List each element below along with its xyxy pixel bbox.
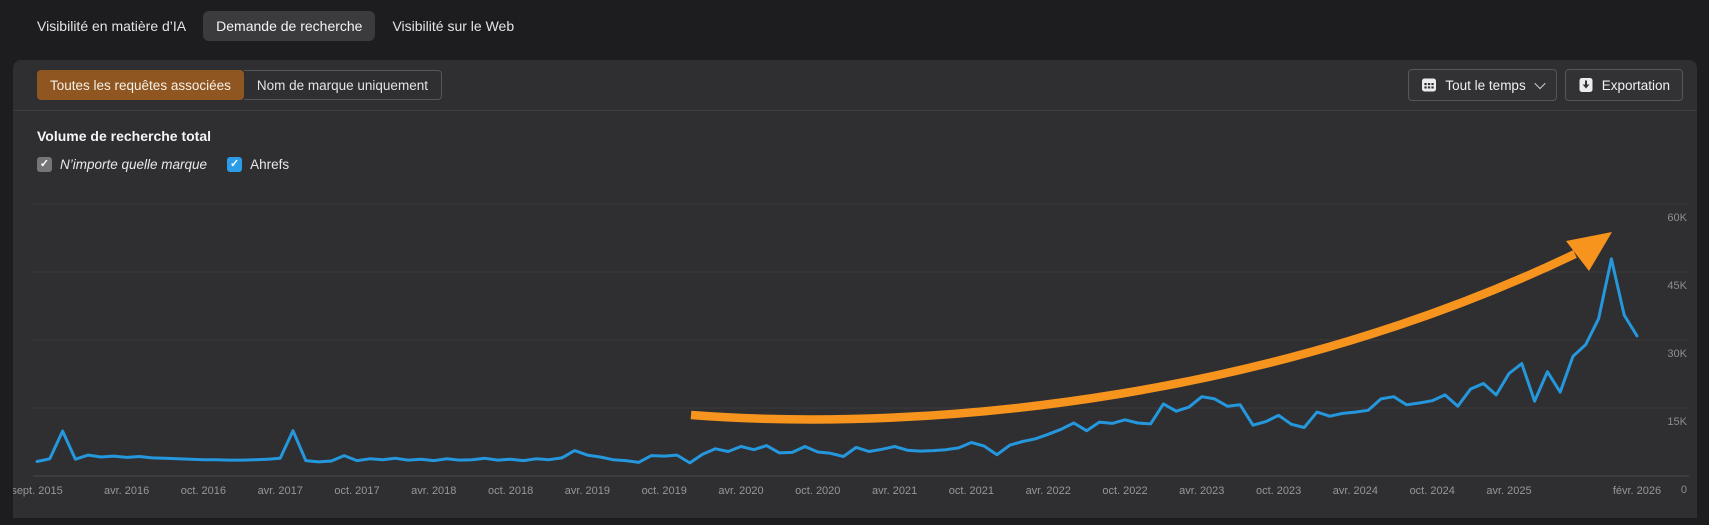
chart-title: Volume de recherche total (37, 128, 1673, 144)
svg-text:avr. 2020: avr. 2020 (718, 485, 763, 497)
svg-text:15K: 15K (1667, 416, 1687, 428)
search-volume-chart[interactable]: 60K 45K 30K 15K 0 sept. 2015 avr. 2016 oct. 201… (13, 182, 1697, 520)
checkbox-any-brand[interactable]: ✓ (37, 157, 52, 172)
svg-text:0: 0 (1681, 484, 1687, 496)
toolbar-right-group: Tout le temps Exportation (1408, 69, 1683, 101)
svg-text:avr. 2025: avr. 2025 (1486, 485, 1531, 497)
export-button[interactable]: Exportation (1565, 69, 1683, 101)
export-label: Exportation (1602, 78, 1670, 93)
legend-label-any-brand: N’importe quelle marque (60, 157, 207, 172)
svg-text:avr. 2024: avr. 2024 (1333, 485, 1378, 497)
checkmark-icon: ✓ (40, 159, 49, 170)
legend-item-ahrefs[interactable]: ✓ Ahrefs (227, 157, 289, 172)
chevron-down-icon (1534, 78, 1545, 89)
svg-text:avr. 2021: avr. 2021 (872, 485, 917, 497)
svg-text:avr. 2022: avr. 2022 (1026, 485, 1071, 497)
svg-text:oct. 2022: oct. 2022 (1102, 485, 1147, 497)
chart-legend: ✓ N’importe quelle marque ✓ Ahrefs (37, 157, 1673, 172)
svg-text:oct. 2021: oct. 2021 (949, 485, 994, 497)
chart-area[interactable]: 60K 45K 30K 15K 0 sept. 2015 avr. 2016 oct. 201… (13, 182, 1697, 525)
svg-text:avr. 2023: avr. 2023 (1179, 485, 1224, 497)
time-range-button[interactable]: Tout le temps (1408, 69, 1556, 101)
tab-ai-visibility[interactable]: Visibilité en matière d’IA (24, 11, 199, 41)
time-range-label: Tout le temps (1445, 78, 1525, 93)
calendar-icon (1421, 77, 1437, 93)
svg-text:sept. 2015: sept. 2015 (13, 485, 63, 497)
tab-web-visibility[interactable]: Visibilité sur le Web (379, 11, 527, 41)
svg-text:30K: 30K (1667, 348, 1687, 360)
svg-text:60K: 60K (1667, 212, 1687, 224)
query-filter-segmented-control: Toutes les requêtes associées Nom de mar… (37, 70, 442, 100)
svg-text:45K: 45K (1667, 280, 1687, 292)
svg-text:oct. 2020: oct. 2020 (795, 485, 840, 497)
legend-label-ahrefs: Ahrefs (250, 157, 289, 172)
top-tab-bar: Visibilité en matière d’IA Demande de re… (0, 0, 1709, 50)
svg-text:oct. 2017: oct. 2017 (334, 485, 379, 497)
svg-text:oct. 2016: oct. 2016 (181, 485, 226, 497)
tab-search-demand[interactable]: Demande de recherche (203, 11, 375, 41)
download-icon (1578, 77, 1594, 93)
svg-text:oct. 2018: oct. 2018 (488, 485, 533, 497)
svg-text:oct. 2024: oct. 2024 (1410, 485, 1455, 497)
filter-all-related-queries-button[interactable]: Toutes les requêtes associées (37, 70, 244, 100)
chart-toolbar: Toutes les requêtes associées Nom de mar… (13, 60, 1697, 110)
svg-text:oct. 2019: oct. 2019 (642, 485, 687, 497)
legend-item-any-brand[interactable]: ✓ N’importe quelle marque (37, 157, 207, 172)
svg-text:oct. 2023: oct. 2023 (1256, 485, 1301, 497)
checkmark-icon: ✓ (230, 159, 239, 170)
search-demand-panel: Toutes les requêtes associées Nom de mar… (13, 60, 1697, 518)
svg-text:avr. 2018: avr. 2018 (411, 485, 456, 497)
svg-text:avr. 2019: avr. 2019 (565, 485, 610, 497)
svg-text:févr. 2026: févr. 2026 (1613, 485, 1661, 497)
checkbox-ahrefs[interactable]: ✓ (227, 157, 242, 172)
svg-text:avr. 2017: avr. 2017 (258, 485, 303, 497)
svg-text:avr. 2016: avr. 2016 (104, 485, 149, 497)
filter-brand-only-button[interactable]: Nom de marque uniquement (244, 70, 442, 100)
